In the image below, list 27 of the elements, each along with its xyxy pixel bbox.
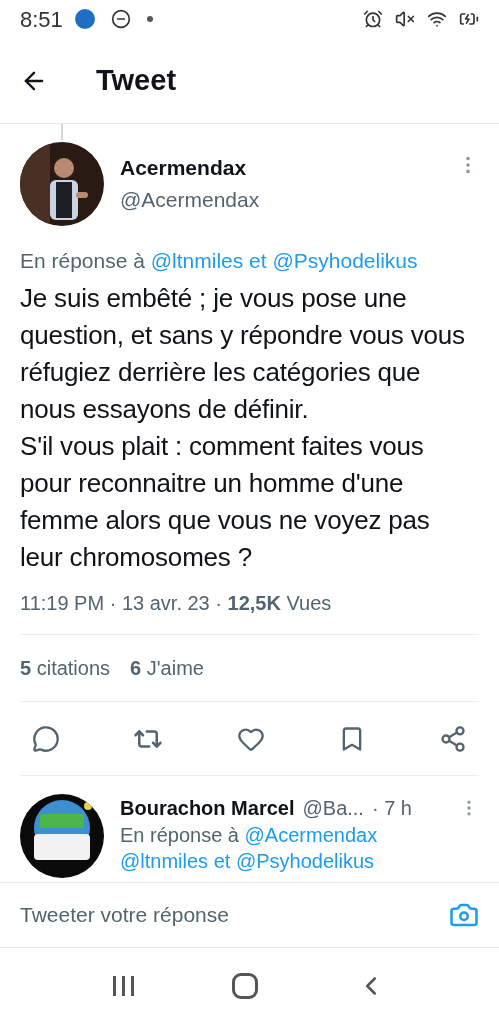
mention-link[interactable]: @ltnmiles et @Psyhodelikus bbox=[120, 850, 375, 872]
mute-icon bbox=[395, 9, 415, 29]
reply-input[interactable]: Tweeter votre réponse bbox=[20, 899, 449, 931]
reply-button[interactable] bbox=[32, 724, 60, 753]
author-name: Bourachon Marcel bbox=[120, 796, 295, 821]
tweet-text: Je suis embêté ; je vous pose une question, et sans y répondre vous vous réfugiez derrière les catégories que nous essayons de définir. bbox=[20, 282, 466, 426]
stat-link[interactable]: 5 citations bbox=[20, 653, 111, 683]
tweet-text: S'il vous plait : comment faites vous pour reconnaitre un homme d'une femme alors que vous ne voyez pas leur chromosomes ? bbox=[20, 430, 431, 574]
reply-context: En réponse à bbox=[20, 249, 146, 272]
reply-time: · 7 h bbox=[371, 796, 412, 821]
author-name: Acermendax bbox=[120, 155, 248, 181]
share-button[interactable] bbox=[439, 724, 467, 753]
home-button[interactable] bbox=[232, 973, 258, 999]
author-handle: @Ba... bbox=[302, 796, 364, 821]
reply-context: En réponse à bbox=[120, 824, 240, 846]
app-notification-icon bbox=[74, 9, 95, 29]
do-not-disturb-icon bbox=[110, 9, 131, 29]
mention-link[interactable]: @ltnmiles et @Psyhodelikus bbox=[150, 249, 418, 272]
alarm-icon bbox=[363, 9, 383, 29]
author-handle: @Acermendax bbox=[120, 186, 261, 213]
page-title: Tweet bbox=[96, 62, 177, 98]
stat-link[interactable]: 6 J'aime bbox=[130, 653, 204, 683]
mention-link[interactable]: @Acermendax bbox=[244, 824, 378, 846]
tweet-meta: 11:19 PM · 13 avr. 23 · 12,5K Vues bbox=[20, 591, 333, 616]
wifi-icon bbox=[427, 9, 447, 29]
recent-apps-button[interactable] bbox=[113, 976, 134, 996]
clock: 8:51 bbox=[20, 5, 63, 34]
